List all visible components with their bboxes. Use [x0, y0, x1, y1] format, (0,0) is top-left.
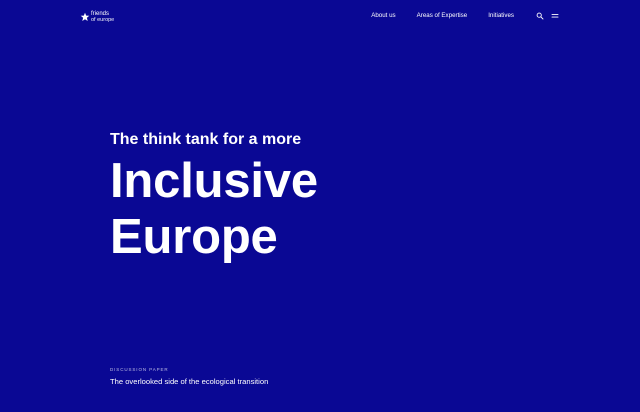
hero-section: The think tank for a more Inclusive Euro… — [110, 129, 530, 265]
featured-paper-title[interactable]: The overlooked side of the ecological tr… — [110, 377, 530, 387]
search-icon — [536, 7, 544, 25]
page: friends of europe About us Areas of Expe… — [0, 0, 640, 412]
hero-title-line-1: Inclusive — [110, 154, 318, 208]
nav-initiatives[interactable]: Initiatives — [488, 10, 514, 22]
menu-button[interactable] — [550, 11, 560, 21]
site-logo[interactable]: friends of europe — [80, 9, 120, 25]
site-header: friends of europe About us Areas of Expe… — [0, 0, 640, 34]
hero-kicker: The think tank for a more — [110, 131, 302, 148]
hero-title: Inclusive Europe — [110, 153, 530, 265]
star-logo-icon — [80, 12, 90, 22]
menu-icon — [551, 7, 559, 25]
hero-title-line-2: Europe — [110, 210, 278, 264]
featured-paper-label: DISCUSSION PAPER — [110, 367, 169, 372]
top-navigation: About us Areas of Expertise Initiatives — [371, 10, 560, 22]
logo-text: friends of europe — [91, 11, 114, 23]
logo-line-2: of europe — [91, 17, 115, 23]
search-button[interactable] — [535, 11, 545, 21]
featured-paper: DISCUSSION PAPER The overlooked side of … — [110, 367, 530, 387]
nav-about-us[interactable]: About us — [371, 10, 395, 22]
nav-areas-of-expertise[interactable]: Areas of Expertise — [417, 10, 468, 22]
